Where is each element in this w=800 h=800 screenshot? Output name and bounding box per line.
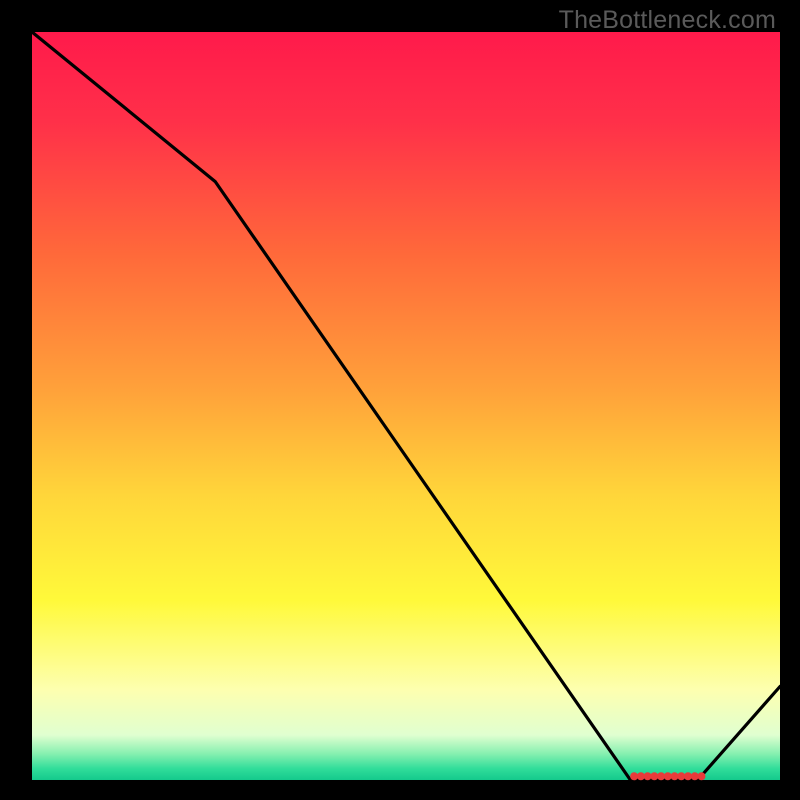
plot-area [32, 32, 780, 780]
chart-stage: TheBottleneck.com [0, 0, 800, 800]
marker-dot [697, 772, 705, 780]
marker-cluster [630, 772, 705, 780]
chart-svg [0, 0, 800, 800]
